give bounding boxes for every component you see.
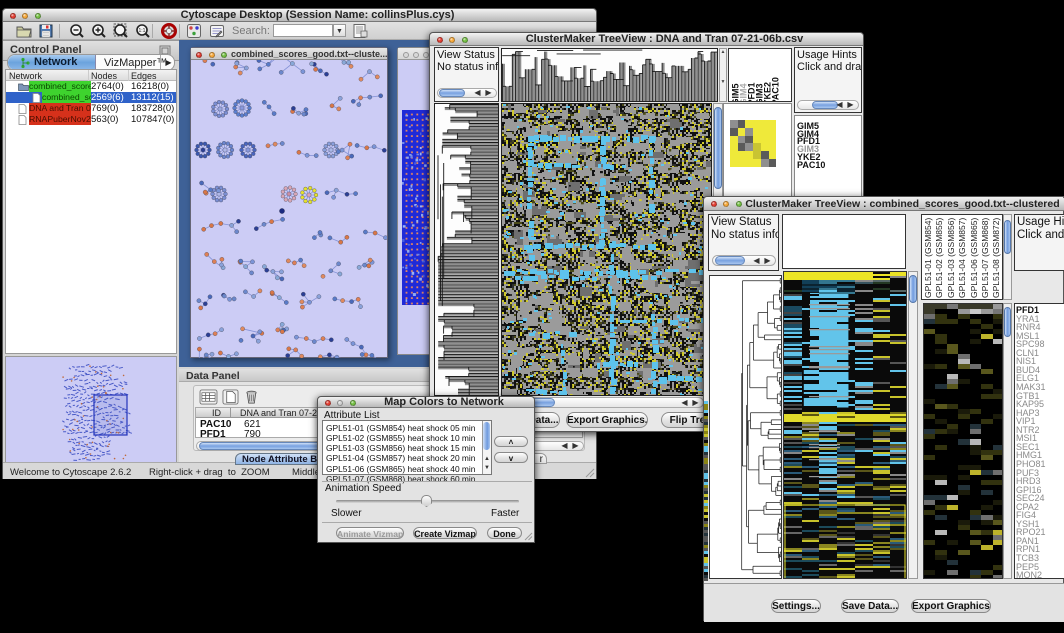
svg-text:1:1: 1:1	[139, 28, 146, 34]
